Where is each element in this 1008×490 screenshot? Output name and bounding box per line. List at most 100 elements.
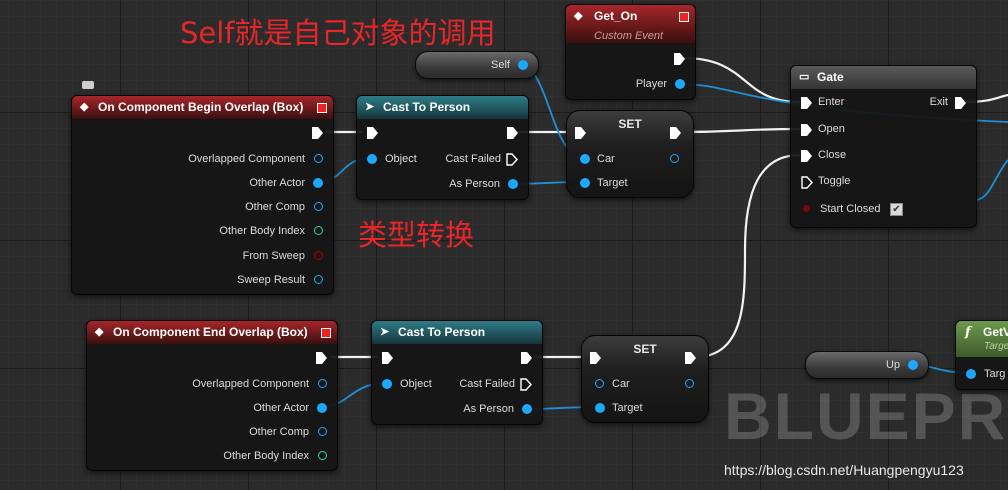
overlapped-component-pin[interactable] <box>318 379 327 388</box>
pin-label: From Sweep <box>242 250 305 262</box>
function-target-sub: Targe <box>984 341 1008 352</box>
set1-car-pin[interactable] <box>580 154 590 164</box>
gate-close-pin[interactable] <box>801 150 812 162</box>
gate-header[interactable]: ▭ Gate <box>791 66 976 89</box>
cast-title-1: Cast To Person <box>383 100 471 114</box>
cast2-as-person-pin[interactable] <box>522 404 532 414</box>
pin-label: Other Actor <box>253 402 309 414</box>
source-credit: https://blog.csdn.net/Huangpengyu123 <box>724 462 964 478</box>
begin-overlap-title: On Component Begin Overlap (Box) <box>98 100 304 114</box>
set1-target-pin[interactable] <box>580 178 590 188</box>
set-node-2[interactable]: SET Car Target <box>581 335 709 423</box>
set2-car-pin[interactable] <box>595 379 604 388</box>
delegate-pin-icon[interactable] <box>317 103 327 113</box>
cast1-as-person-pin[interactable] <box>508 179 518 189</box>
set2-target-label: Target <box>612 402 643 414</box>
function-header[interactable]: f GetV Targe <box>956 321 1008 357</box>
begin-overlap-event-node[interactable]: ◆ On Component Begin Overlap (Box) Overl… <box>71 95 334 295</box>
get-on-exec-out[interactable] <box>674 53 685 65</box>
other-comp-pin[interactable] <box>314 202 323 211</box>
gate-enter-label: Enter <box>818 96 845 108</box>
get-on-event-node[interactable]: ◆ Get_On Custom Event Player <box>565 4 696 100</box>
gate-toggle-pin-outline <box>801 176 813 189</box>
self-annotation: Self就是自己对象的调用 <box>180 16 496 50</box>
cast1-exec-out[interactable] <box>507 127 518 139</box>
cast-to-person-node-1[interactable]: ➤ Cast To Person Object Cast Failed As P… <box>356 95 529 200</box>
set1-target-label: Target <box>597 177 628 189</box>
object-wire <box>974 159 1008 201</box>
begin-overlap-exec-out[interactable] <box>312 127 323 139</box>
cast2-exec-in[interactable] <box>382 352 393 364</box>
start-closed-checkbox[interactable]: ✔ <box>890 203 903 216</box>
event-diamond-icon: ◆ <box>574 10 583 22</box>
other-body-index-pin[interactable] <box>314 226 323 235</box>
cast2-as-person-label: As Person <box>463 403 514 415</box>
cast1-failed-pin[interactable] <box>506 153 518 166</box>
cast1-object-pin[interactable] <box>367 154 377 164</box>
set1-car-out-pin[interactable] <box>670 154 679 163</box>
player-output-pin[interactable] <box>675 79 685 89</box>
gate-exit-label: Exit <box>929 96 948 108</box>
cast1-failed-label: Cast Failed <box>445 153 501 165</box>
event-diamond-icon: ◆ <box>95 326 104 338</box>
self-output-pin[interactable] <box>518 60 528 70</box>
end-overlap-event-node[interactable]: ◆ On Component End Overlap (Box) Overlap… <box>86 320 338 471</box>
overlapped-component-pin[interactable] <box>314 154 323 163</box>
cast-header-1[interactable]: ➤ Cast To Person <box>357 96 528 119</box>
event-diamond-icon: ◆ <box>80 101 89 113</box>
other-actor-pin[interactable] <box>313 178 323 188</box>
begin-overlap-header[interactable]: ◆ On Component Begin Overlap (Box) <box>72 96 333 119</box>
up-label: Up <box>885 359 900 371</box>
pin-label: Other Actor <box>249 177 305 189</box>
cast1-exec-in[interactable] <box>367 127 378 139</box>
comment-bubble-icon[interactable] <box>82 81 94 89</box>
from-sweep-pin[interactable] <box>314 251 323 260</box>
pin-label: Other Comp <box>249 426 309 438</box>
up-variable-node[interactable]: Up <box>805 351 929 379</box>
up-output-pin[interactable] <box>908 360 918 370</box>
cast-arrow-icon: ➤ <box>380 326 390 338</box>
function-f-icon: f <box>965 325 971 340</box>
exec-wire <box>679 127 801 134</box>
end-overlap-exec-out[interactable] <box>316 352 327 364</box>
exec-wire <box>682 56 801 104</box>
pin-label: Sweep Result <box>237 274 305 286</box>
gate-enter-pin[interactable] <box>801 97 812 109</box>
gate-open-pin[interactable] <box>801 124 812 136</box>
end-overlap-header[interactable]: ◆ On Component End Overlap (Box) <box>87 321 337 344</box>
get-on-header[interactable]: ◆ Get_On Custom Event <box>566 5 695 43</box>
cast2-exec-out[interactable] <box>521 352 532 364</box>
sweep-result-pin[interactable] <box>314 275 323 284</box>
other-comp-pin[interactable] <box>318 427 327 436</box>
cast2-object-pin[interactable] <box>382 379 392 389</box>
gate-icon: ▭ <box>799 71 810 83</box>
self-variable-node[interactable]: Self <box>415 51 539 79</box>
gate-title: Gate <box>817 70 844 84</box>
function-node[interactable]: f GetV Targe Targ <box>955 320 1008 390</box>
set2-target-pin[interactable] <box>595 403 605 413</box>
set2-car-out-pin[interactable] <box>685 379 694 388</box>
cast2-object-label: Object <box>400 378 432 390</box>
gate-start-closed-label: Start Closed <box>820 203 881 215</box>
delegate-pin-icon[interactable] <box>679 12 689 22</box>
player-label: Player <box>635 78 667 90</box>
gate-node[interactable]: ▭ Gate Enter Exit Open Close Toggle Star… <box>790 65 977 228</box>
cast2-failed-pin[interactable] <box>520 378 532 391</box>
cast-title-2: Cast To Person <box>398 325 486 339</box>
cast-to-person-node-2[interactable]: ➤ Cast To Person Object Cast Failed As P… <box>371 320 543 425</box>
end-overlap-title: On Component End Overlap (Box) <box>113 325 308 339</box>
cast-annotation: 类型转换 <box>358 218 475 252</box>
function-target-pin[interactable] <box>966 369 976 379</box>
gate-start-closed-pin[interactable] <box>802 204 811 213</box>
self-label: Self <box>491 59 510 71</box>
other-body-index-pin[interactable] <box>318 451 327 460</box>
other-actor-pin[interactable] <box>317 403 327 413</box>
cast-header-2[interactable]: ➤ Cast To Person <box>372 321 542 344</box>
delegate-pin-icon[interactable] <box>321 328 331 338</box>
pin-label: Other Body Index <box>219 225 305 237</box>
set-node-1[interactable]: SET Car Target <box>566 110 694 198</box>
exec-wire <box>694 153 801 359</box>
pin-label: Other Comp <box>245 201 305 213</box>
set1-car-label: Car <box>597 153 615 165</box>
gate-exit-pin[interactable] <box>955 97 966 109</box>
